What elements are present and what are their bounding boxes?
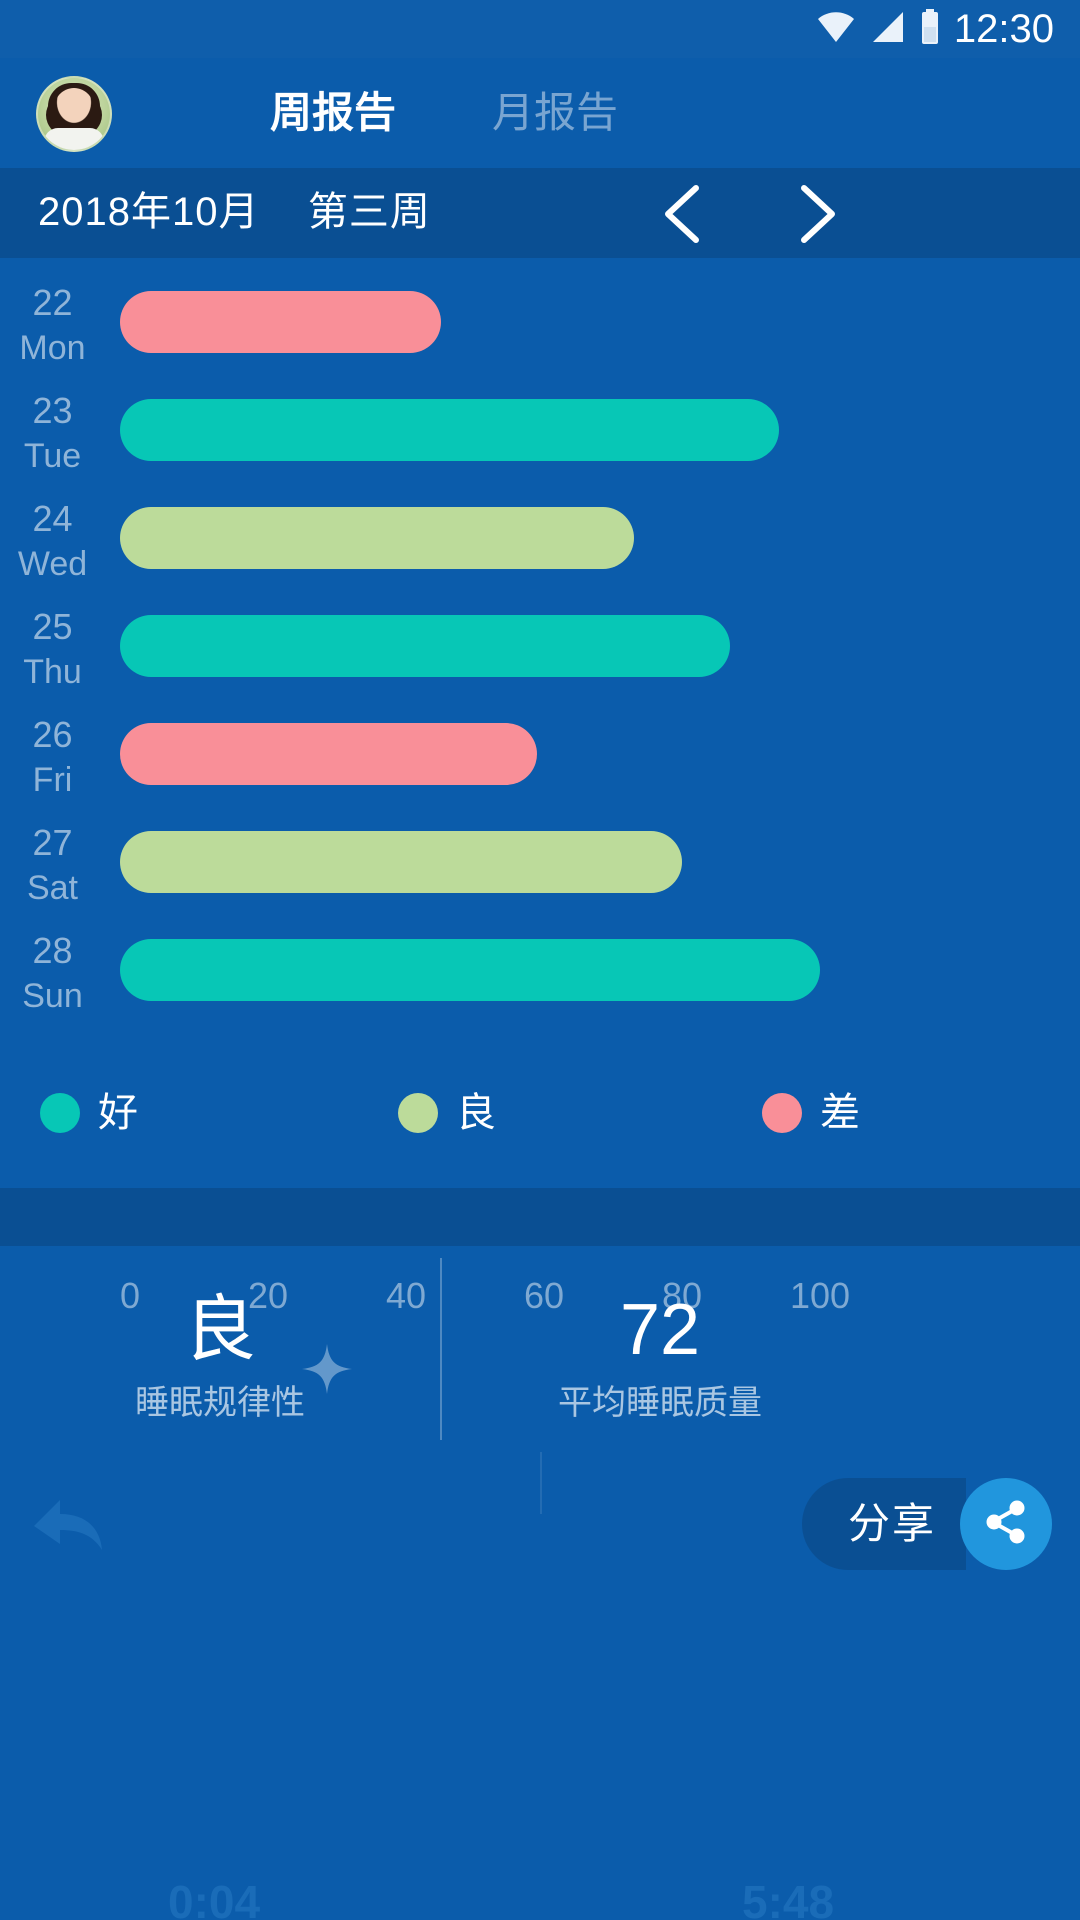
legend-label-fair: 良	[456, 1091, 496, 1135]
clipped-bottom-row: 0:04 5:48	[0, 1876, 1080, 1920]
tab-list: 周报告 月报告	[0, 58, 1080, 168]
status-clock: 12:30	[953, 7, 1054, 51]
bar-row[interactable]: 22 Mon	[0, 278, 1080, 386]
stat-quality-value: 72	[619, 1290, 701, 1370]
back-button[interactable]	[20, 1480, 112, 1564]
previous-week-button[interactable]	[648, 182, 720, 246]
bar-thu[interactable]	[120, 615, 731, 677]
tab-weekly-report[interactable]: 周报告	[270, 92, 396, 134]
bar-wed[interactable]	[120, 507, 634, 569]
date-header: 2018年10月 第三周	[0, 168, 1080, 258]
bar-row[interactable]: 25 Thu	[0, 602, 1080, 710]
legend-item-fair[interactable]: 良	[398, 1092, 496, 1134]
bar-row[interactable]: 28 Sun	[0, 926, 1080, 1034]
bar-row-day-name: Sun	[22, 977, 83, 1015]
bar-row-day-name: Sat	[26, 869, 79, 907]
next-week-button[interactable]	[780, 182, 852, 246]
bar-row-day-number: 28	[32, 930, 73, 971]
bar-row[interactable]: 23 Tue	[0, 386, 1080, 494]
bar-row-day-number: 26	[32, 714, 73, 755]
cellular-signal-icon	[870, 10, 906, 49]
bar-row-day-number: 24	[32, 498, 73, 539]
weekly-sleep-bar-chart: 22 Mon 23 Tue 24 Wed 25 Thu 26 Fri 27 Sat 28 Sun 0 20 4…	[0, 258, 1080, 1316]
chart-legend: 好 良 差	[0, 1092, 1080, 1162]
bar-fri[interactable]	[120, 723, 538, 785]
share-button[interactable]: 分享	[801, 1478, 966, 1570]
bar-row-day-name: Thu	[23, 653, 82, 691]
bar-row-day-name: Wed	[17, 545, 88, 583]
summary-stats: 良 睡眠规律性 72 平均睡眠质量	[0, 1246, 1080, 1452]
bar-row-day-number: 22	[32, 282, 73, 323]
clipped-time-left: 0:04	[168, 1876, 261, 1920]
tab-monthly-report[interactable]: 月报告	[492, 92, 618, 134]
stat-average-sleep-quality[interactable]: 72 平均睡眠质量	[440, 1246, 880, 1452]
bar-row-day-number: 23	[32, 390, 73, 431]
bar-sat[interactable]	[120, 831, 682, 893]
legend-label-good: 好	[98, 1091, 138, 1135]
bottom-divider	[540, 1452, 542, 1514]
section-divider-band	[0, 1188, 1080, 1246]
legend-dot-poor	[762, 1093, 802, 1133]
sparkle-icon	[300, 1342, 354, 1396]
legend-item-good[interactable]: 好	[40, 1092, 138, 1134]
bar-row[interactable]: 27 Sat	[0, 818, 1080, 926]
share-nodes-icon	[981, 1497, 1031, 1552]
bar-sun[interactable]	[120, 939, 820, 1001]
stat-quality-label: 平均睡眠质量	[558, 1384, 762, 1422]
app-screen: 12:30 周报告 月报告 2018年10月 第三周 22 Mon 23 Tue…	[0, 0, 1080, 1920]
legend-dot-fair	[398, 1093, 438, 1133]
legend-label-poor: 差	[820, 1091, 860, 1135]
legend-dot-good	[40, 1093, 80, 1133]
bar-row-day-number: 27	[32, 822, 73, 863]
bar-row-day-name: Tue	[23, 437, 82, 475]
battery-icon	[920, 8, 940, 50]
clipped-time-right: 5:48	[742, 1876, 835, 1920]
bar-tue[interactable]	[120, 399, 779, 461]
stat-sleep-regularity[interactable]: 良 睡眠规律性	[0, 1246, 440, 1452]
date-range-label: 2018年10月 第三周	[38, 190, 431, 234]
bar-row[interactable]: 26 Fri	[0, 710, 1080, 818]
bar-row-day-name: Fri	[32, 761, 73, 799]
tab-bar: 周报告 月报告	[0, 58, 1080, 213]
wifi-icon	[816, 10, 856, 49]
bar-mon[interactable]	[120, 291, 441, 353]
status-bar: 12:30	[0, 0, 1080, 58]
share-icon-button[interactable]	[960, 1478, 1052, 1570]
stat-regularity-value: 良	[183, 1290, 256, 1370]
share-control[interactable]: 分享	[801, 1478, 1052, 1570]
bar-row-day-number: 25	[32, 606, 73, 647]
bar-row[interactable]: 24 Wed	[0, 494, 1080, 602]
legend-item-poor[interactable]: 差	[762, 1092, 860, 1134]
bar-row-day-name: Mon	[19, 329, 86, 367]
stat-regularity-label: 睡眠规律性	[135, 1384, 305, 1422]
